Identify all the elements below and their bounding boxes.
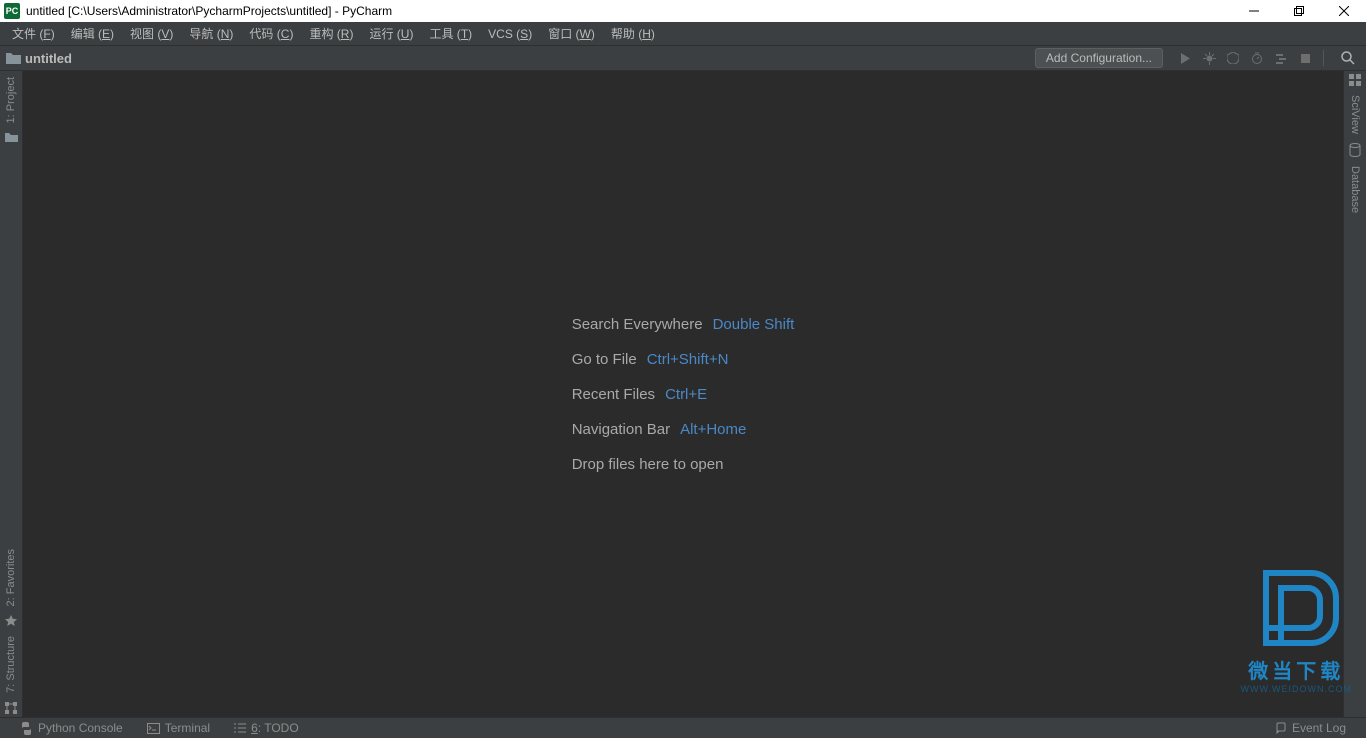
hint-label: Search Everywhere xyxy=(572,316,703,333)
menu-文件[interactable]: 文件 (F) xyxy=(4,22,63,45)
terminal-tab[interactable]: Terminal xyxy=(147,721,210,735)
menu-视图[interactable]: 视图 (V) xyxy=(122,22,181,45)
debug-button[interactable] xyxy=(1197,47,1221,69)
todo-label: 6: TODO xyxy=(251,721,299,735)
hint-label: Recent Files xyxy=(572,386,655,403)
project-tool-tab-icon xyxy=(5,129,18,145)
python-icon xyxy=(20,722,33,735)
structure-tool-tab-icon xyxy=(5,699,17,717)
menu-窗口[interactable]: 窗口 (W) xyxy=(540,22,603,45)
main-area: 1: Project 2: Favorites 7: Structure Sear… xyxy=(0,71,1366,717)
editor-hint: Navigation Bar Alt+Home xyxy=(572,421,795,438)
hint-shortcut: Alt+Home xyxy=(680,421,746,438)
list-icon xyxy=(234,723,246,734)
python-console-label: Python Console xyxy=(38,721,123,735)
editor-hint: Drop files here to open xyxy=(572,456,795,473)
menu-vcs[interactable]: VCS (S) xyxy=(480,22,540,45)
concurrency-button[interactable] xyxy=(1269,47,1293,69)
navigation-bar: untitled Add Configuration... xyxy=(0,46,1366,71)
database-icon xyxy=(1349,140,1361,160)
breadcrumb[interactable]: untitled xyxy=(25,51,72,66)
menu-运行[interactable]: 运行 (U) xyxy=(361,22,421,45)
hint-label: Drop files here to open xyxy=(572,456,724,473)
run-button[interactable] xyxy=(1173,47,1197,69)
menu-代码[interactable]: 代码 (C) xyxy=(241,22,301,45)
hint-label: Navigation Bar xyxy=(572,421,670,438)
favorites-tool-tab-icon xyxy=(5,612,17,630)
todo-tab[interactable]: 6: TODO xyxy=(234,721,299,735)
terminal-icon xyxy=(147,723,160,734)
menu-编辑[interactable]: 编辑 (E) xyxy=(63,22,122,45)
menu-工具[interactable]: 工具 (T) xyxy=(421,22,480,45)
close-button[interactable] xyxy=(1321,0,1366,22)
menu-导航[interactable]: 导航 (N) xyxy=(181,22,241,45)
menu-bar: 文件 (F)编辑 (E)视图 (V)导航 (N)代码 (C)重构 (R)运行 (… xyxy=(0,22,1366,46)
event-log-tab[interactable]: Event Log xyxy=(1275,721,1346,735)
add-configuration-button[interactable]: Add Configuration... xyxy=(1035,48,1163,68)
app-icon: PC xyxy=(4,3,20,19)
toolbar-separator xyxy=(1323,50,1324,66)
menu-重构[interactable]: 重构 (R) xyxy=(301,22,361,45)
stop-button[interactable] xyxy=(1293,47,1317,69)
terminal-label: Terminal xyxy=(165,721,210,735)
hint-label: Go to File xyxy=(572,351,637,368)
structure-tool-tab[interactable]: 7: Structure xyxy=(5,630,17,699)
event-log-label: Event Log xyxy=(1292,721,1346,735)
window-title: untitled [C:\Users\Administrator\Pycharm… xyxy=(26,4,1231,18)
sciview-tool-tab[interactable]: SciView xyxy=(1349,89,1361,140)
editor-empty-state[interactable]: Search Everywhere Double Shift Go to File C… xyxy=(23,71,1343,717)
tool-window-bar: Python Console Terminal 6: TODO Event Lo… xyxy=(0,717,1366,738)
window-titlebar: PC untitled [C:\Users\Administrator\Pych… xyxy=(0,0,1366,22)
right-tool-stripe: SciView Database xyxy=(1343,71,1366,717)
hint-shortcut: Ctrl+E xyxy=(665,386,707,403)
minimize-button[interactable] xyxy=(1231,0,1276,22)
editor-hint: Recent Files Ctrl+E xyxy=(572,386,795,403)
maximize-button[interactable] xyxy=(1276,0,1321,22)
hint-shortcut: Double Shift xyxy=(713,316,795,333)
event-log-icon xyxy=(1275,722,1287,734)
sciview-icon xyxy=(1349,71,1361,89)
editor-hint: Go to File Ctrl+Shift+N xyxy=(572,351,795,368)
python-console-tab[interactable]: Python Console xyxy=(20,721,123,735)
favorites-tool-tab[interactable]: 2: Favorites xyxy=(5,543,17,612)
coverage-button[interactable] xyxy=(1221,47,1245,69)
project-tool-tab[interactable]: 1: Project xyxy=(5,71,17,129)
editor-hint: Search Everywhere Double Shift xyxy=(572,316,795,333)
search-icon[interactable] xyxy=(1336,47,1360,69)
profiler-button[interactable] xyxy=(1245,47,1269,69)
folder-icon xyxy=(6,52,21,64)
hint-shortcut: Ctrl+Shift+N xyxy=(647,351,729,368)
database-tool-tab[interactable]: Database xyxy=(1349,160,1361,219)
menu-帮助[interactable]: 帮助 (H) xyxy=(603,22,663,45)
left-tool-stripe: 1: Project 2: Favorites 7: Structure xyxy=(0,71,23,717)
